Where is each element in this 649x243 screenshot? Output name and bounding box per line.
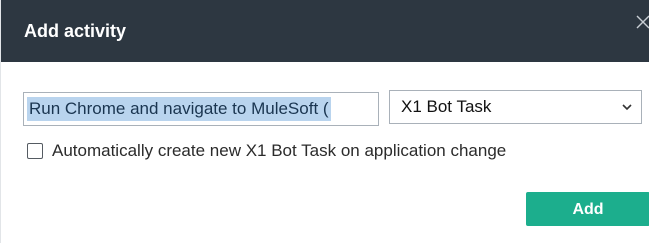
chevron-down-icon (621, 102, 633, 112)
activity-name-input[interactable]: Run Chrome and navigate to MuleSoft ( (23, 92, 379, 126)
dialog-header: Add activity (1, 0, 649, 62)
close-icon[interactable] (635, 14, 649, 30)
dialog-title: Add activity (24, 21, 127, 41)
auto-create-checkbox[interactable] (27, 143, 43, 159)
add-button[interactable]: Add (526, 192, 649, 226)
add-activity-dialog: Add activity Run Chrome and navigate to … (0, 0, 649, 243)
auto-create-label: Automatically create new X1 Bot Task on … (52, 141, 507, 160)
activity-name-value: Run Chrome and navigate to MuleSoft ( (27, 97, 331, 121)
activity-type-selected: X1 Bot Task (401, 97, 492, 116)
activity-type-select[interactable]: X1 Bot Task (389, 90, 642, 124)
